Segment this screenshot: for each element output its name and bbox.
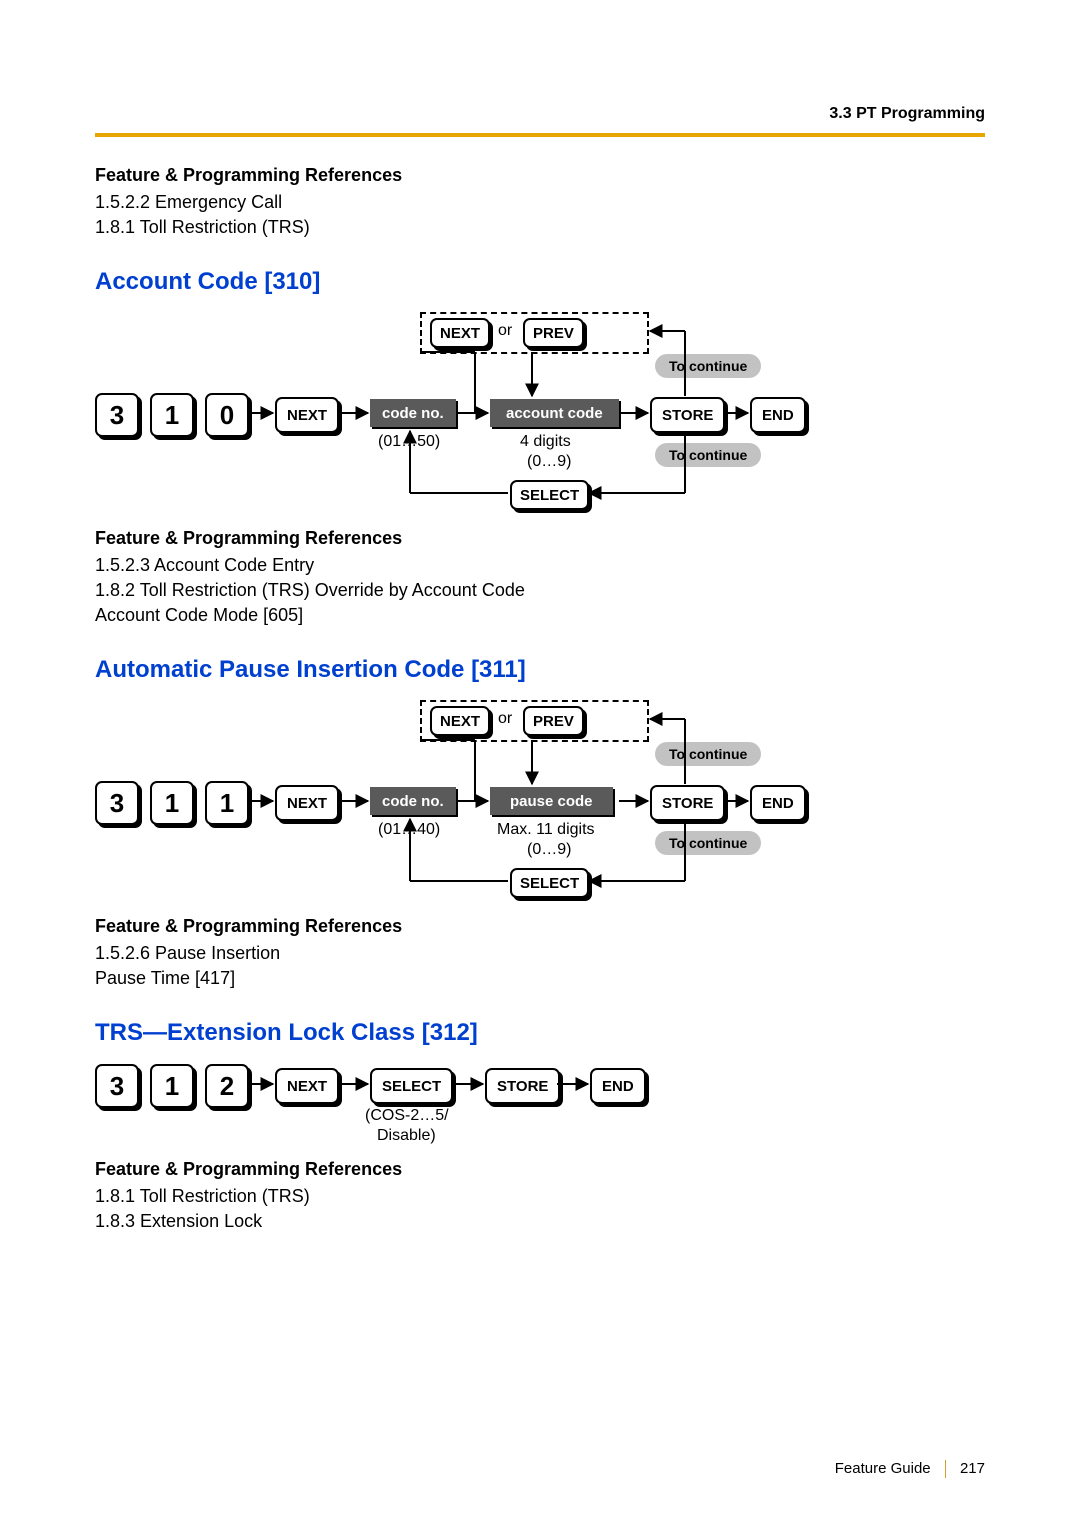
digit-2: 2	[205, 1064, 249, 1108]
pc-sub1: Max. 11 digits	[497, 821, 595, 839]
s312-ref-1: 1.8.3 Extension Lock	[95, 1211, 985, 1232]
next-key: NEXT	[275, 397, 339, 433]
code-no-range: (01…50)	[378, 433, 440, 451]
digit-0: 3	[95, 1064, 139, 1108]
diagram-312: 3 1 2 NEXT SELECT (COS-2…5/ Disable) STO…	[95, 1059, 985, 1159]
end-key: END	[750, 785, 806, 821]
digit-1: 1	[150, 1064, 194, 1108]
s311-ref-0: 1.5.2.6 Pause Insertion	[95, 943, 985, 964]
nav-next: NEXT	[430, 706, 490, 736]
s310-ref-1: 1.8.2 Toll Restriction (TRS) Override by…	[95, 580, 985, 601]
end-key: END	[750, 397, 806, 433]
select-key: SELECT	[510, 868, 589, 898]
pause-code-box: pause code	[490, 787, 613, 815]
acct-sub1: 4 digits	[520, 433, 571, 451]
diagram-310: 3 1 0 NEXT code no. (01…50) account code…	[95, 308, 985, 528]
next-key: NEXT	[275, 785, 339, 821]
s310-ref-0: 1.5.2.3 Account Code Entry	[95, 555, 985, 576]
next-key: NEXT	[275, 1068, 339, 1104]
header-rule	[95, 133, 985, 137]
pc-sub2: (0…9)	[527, 841, 571, 859]
nav-next: NEXT	[430, 318, 490, 348]
acct-sub2: (0…9)	[527, 453, 571, 471]
digit-0: 3	[95, 393, 139, 437]
s311-refs-title: Feature & Programming References	[95, 916, 985, 937]
account-code-box: account code	[490, 399, 619, 427]
diagram-311: 3 1 1 NEXT code no. (01…40) pause code M…	[95, 696, 985, 916]
to-continue-bot: To continue	[655, 831, 761, 855]
code-no-box: code no.	[370, 399, 456, 427]
nav-or: or	[498, 710, 512, 728]
digit-1: 1	[150, 781, 194, 825]
footer-divider	[945, 1460, 946, 1478]
intro-ref-0: 1.5.2.2 Emergency Call	[95, 192, 985, 213]
intro-ref-1: 1.8.1 Toll Restriction (TRS)	[95, 217, 985, 238]
s310-ref-2: Account Code Mode [605]	[95, 605, 985, 626]
s312-ref-0: 1.8.1 Toll Restriction (TRS)	[95, 1186, 985, 1207]
store-key: STORE	[485, 1068, 560, 1104]
digit-2: 0	[205, 393, 249, 437]
select-sub2: Disable)	[377, 1127, 436, 1145]
nav-prev: PREV	[523, 318, 584, 348]
intro-refs-title: Feature & Programming References	[95, 165, 985, 186]
end-key: END	[590, 1068, 646, 1104]
store-key: STORE	[650, 397, 725, 433]
select-sub1: (COS-2…5/	[365, 1107, 449, 1125]
code-no-box: code no.	[370, 787, 456, 815]
page-footer: Feature Guide 217	[835, 1460, 985, 1478]
digit-2: 1	[205, 781, 249, 825]
to-continue-top: To continue	[655, 354, 761, 378]
select-key: SELECT	[370, 1068, 453, 1104]
nav-or: or	[498, 322, 512, 340]
select-key: SELECT	[510, 480, 589, 510]
nav-prev: PREV	[523, 706, 584, 736]
footer-guide: Feature Guide	[835, 1460, 931, 1477]
s310-refs-title: Feature & Programming References	[95, 528, 985, 549]
to-continue-bot: To continue	[655, 443, 761, 467]
section-title-311: Automatic Pause Insertion Code [311]	[95, 656, 985, 684]
section-title-310: Account Code [310]	[95, 268, 985, 296]
page-header: 3.3 PT Programming	[95, 105, 985, 123]
store-key: STORE	[650, 785, 725, 821]
digit-1: 1	[150, 393, 194, 437]
section-title-312: TRS—Extension Lock Class [312]	[95, 1019, 985, 1047]
footer-page: 217	[960, 1460, 985, 1477]
digit-0: 3	[95, 781, 139, 825]
s311-ref-1: Pause Time [417]	[95, 968, 985, 989]
code-no-range: (01…40)	[378, 821, 440, 839]
to-continue-top: To continue	[655, 742, 761, 766]
s312-refs-title: Feature & Programming References	[95, 1159, 985, 1180]
